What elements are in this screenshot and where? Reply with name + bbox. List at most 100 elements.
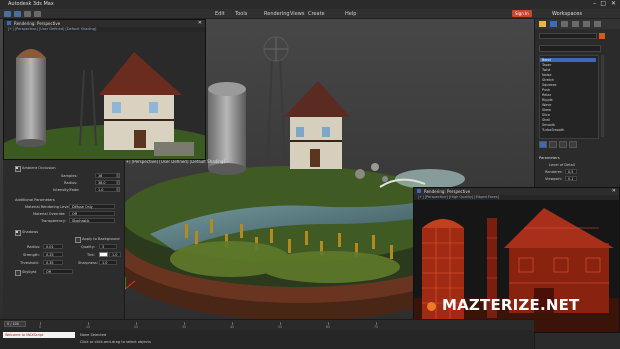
object-name-field[interactable] (539, 33, 597, 39)
modifier-list-dropdown[interactable] (539, 45, 601, 52)
pin-stack-button[interactable] (539, 141, 547, 148)
modifier-item[interactable]: Taper (542, 63, 551, 67)
modifier-item[interactable]: Smooth (542, 123, 555, 127)
hierarchy-tab-icon[interactable] (561, 21, 568, 27)
remove-modifier-button[interactable] (569, 141, 577, 148)
skylight-label: Skylight (22, 270, 37, 274)
maximize-window-icon[interactable]: □ (600, 0, 606, 7)
command-panel-tabs (535, 19, 620, 29)
sharpness-field[interactable]: 1.0 (99, 260, 117, 265)
watermark-text: MAZTERIZE.NET (442, 296, 580, 314)
tint-color-swatch[interactable] (99, 252, 108, 257)
modifier-item[interactable]: TurboSmooth (542, 128, 564, 132)
radius2-label: Radius: (27, 245, 41, 249)
skylight-checkbox[interactable] (15, 270, 21, 276)
level-of-detail-label: Level of Detail (549, 163, 575, 167)
threshold-field[interactable]: 0.35 (43, 260, 63, 265)
display-tab-icon[interactable] (583, 21, 590, 27)
modifier-item[interactable]: Slice (542, 113, 550, 117)
shadows-label: Shadows (22, 230, 39, 234)
modifier-item[interactable]: Relax (542, 93, 551, 97)
intensity-label: Intensity/Fade: (53, 188, 80, 192)
menu-tools[interactable]: Tools (235, 11, 247, 17)
window-title-bar: Autodesk 3ds Max ✕ □ – (0, 0, 620, 9)
modifier-item[interactable]: Stretch (542, 78, 554, 82)
maxscript-listener[interactable]: Welcome to MAXScript (3, 332, 75, 338)
sharpness-label: Sharpness: (78, 261, 98, 265)
signin-button[interactable]: Sign In (512, 10, 532, 17)
close-icon[interactable]: ✕ (612, 188, 616, 194)
mat-render-level-label: Material Rendering Level: (25, 205, 71, 209)
intensity-spinner[interactable] (117, 187, 120, 192)
timeline-tick-label: 40 (230, 325, 235, 329)
radius2-field[interactable]: 0.01 (43, 244, 63, 249)
menu-help[interactable]: Help (345, 11, 356, 17)
make-unique-button[interactable] (559, 141, 567, 148)
frame-counter[interactable]: 0 / 100 (4, 321, 26, 327)
renderer-label: Renderer: (545, 170, 563, 174)
modifier-item[interactable]: Twist (542, 68, 550, 72)
create-tab-icon[interactable] (539, 21, 546, 27)
transparency-select[interactable]: Stochastic (69, 218, 115, 223)
minimize-window-icon[interactable]: – (593, 0, 596, 7)
strength-field[interactable]: 0.25 (43, 252, 63, 257)
unlink-icon[interactable] (34, 11, 41, 17)
renderer-field[interactable]: 0.5 (565, 169, 577, 174)
render-window-titlebar: Rendering: Perspective ✕ (4, 20, 205, 27)
parameters-label: Parameters (539, 156, 560, 160)
ambient-occlusion-checkbox[interactable] (15, 166, 21, 172)
menu-views[interactable]: Views (290, 11, 304, 17)
timeline-tick-label: 60 (326, 325, 331, 329)
modifier-item[interactable]: Ripple (542, 98, 553, 102)
quality-label: Quality: (81, 245, 95, 249)
modify-tab-icon[interactable] (550, 21, 557, 27)
samples-field[interactable]: 16 (95, 173, 117, 178)
motion-tab-icon[interactable] (572, 21, 579, 27)
menu-edit[interactable]: Edit (215, 11, 225, 17)
show-end-result-button[interactable] (549, 141, 557, 148)
utilities-tab-icon[interactable] (594, 21, 601, 27)
quality-field[interactable]: 3 (99, 244, 117, 249)
apply-bg-label: Apply to Background (82, 237, 120, 241)
radius-spinner[interactable] (117, 180, 120, 185)
rendered-frame-window-top[interactable]: Rendering: Perspective ✕ [+] [Perspectiv… (3, 19, 206, 160)
render-preview-top (4, 20, 205, 159)
menu-rendering[interactable]: Rendering (264, 11, 290, 17)
modifier-item[interactable]: Shell (542, 118, 550, 122)
render-window-bottom-toolbar-text: [+] [Perspective] [High Quality] [Edged … (418, 195, 500, 199)
mat-render-level-select[interactable]: Diffuse Only (69, 204, 115, 209)
apply-bg-checkbox[interactable] (75, 237, 81, 243)
menu-create[interactable]: Create (308, 11, 325, 17)
tint-label: Tint: (87, 253, 95, 257)
modifier-item[interactable]: Squeeze (542, 83, 557, 87)
mat-override-label: Material Override: (33, 212, 66, 216)
render-window-toolbar: [+] [Perspective] [User Defined] [Defaul… (4, 27, 205, 32)
shadows-checkbox[interactable] (15, 230, 21, 236)
timeline[interactable]: 0 / 100 0 10 20 30 40 50 60 70 (0, 319, 534, 330)
workspaces-label[interactable]: Workspaces (552, 11, 582, 17)
redo-icon[interactable] (14, 11, 21, 17)
radius-field[interactable]: 36.0 (95, 180, 117, 185)
object-color-swatch[interactable] (599, 33, 605, 39)
viewport-lod-field[interactable]: 0.1 (565, 176, 577, 181)
modifier-item[interactable]: Bend (540, 58, 596, 62)
undo-icon[interactable] (4, 11, 11, 17)
samples-spinner[interactable] (117, 173, 120, 178)
skylight-select[interactable]: Off (43, 269, 73, 274)
mat-override-select[interactable]: Off (69, 211, 115, 216)
link-icon[interactable] (24, 11, 31, 17)
menu-bar: Edit Tools Rendering Views Create Help S… (0, 9, 620, 19)
modifier-stack-list: Bend Taper Twist Noise Stretch Squeeze P… (539, 55, 599, 139)
teapot-icon (417, 189, 421, 193)
timeline-tick-label: 30 (182, 325, 187, 329)
close-icon[interactable]: ✕ (198, 20, 202, 26)
modifier-item[interactable]: Skew (542, 108, 551, 112)
modifier-item[interactable]: Noise (542, 73, 551, 77)
tint-field[interactable]: 1.0 (109, 252, 121, 257)
modifier-item[interactable]: Wave (542, 103, 551, 107)
intensity-field[interactable]: 1.0 (95, 187, 117, 192)
close-window-icon[interactable]: ✕ (611, 0, 616, 7)
modifier-list-scrollbar[interactable] (601, 55, 604, 137)
modifier-item[interactable]: Push (542, 88, 550, 92)
render-window-bottom-title: Rendering: Perspective (424, 189, 471, 194)
